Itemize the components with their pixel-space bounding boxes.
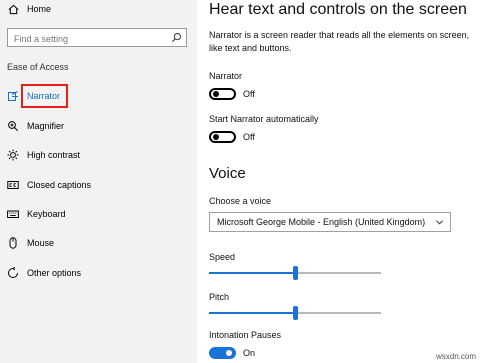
- toggle-knob: [226, 350, 232, 356]
- voice-select-value: Microsoft George Mobile - English (Unite…: [217, 217, 426, 227]
- narrator-toggle-state: Off: [243, 89, 255, 99]
- search-icon[interactable]: [171, 32, 182, 43]
- start-automatically-toggle[interactable]: [209, 131, 236, 143]
- sidebar-item-label: High contrast: [27, 150, 81, 160]
- voice-heading: Voice: [209, 165, 246, 182]
- section-label: Ease of Access: [7, 62, 69, 72]
- page-title: Hear text and controls on the screen: [209, 1, 467, 18]
- sidebar-item-closed-captions[interactable]: Closed captions: [0, 176, 197, 194]
- sidebar-item-label: Magnifier: [27, 121, 65, 131]
- narrator-icon: [7, 90, 19, 102]
- sidebar-item-keyboard[interactable]: Keyboard: [0, 205, 197, 223]
- sidebar-item-label: Keyboard: [27, 209, 66, 219]
- narrator-label: Narrator: [209, 71, 243, 81]
- chevron-down-icon: [435, 220, 444, 225]
- home-label: Home: [27, 4, 52, 14]
- slider-thumb[interactable]: [293, 266, 298, 280]
- sidebar-item-label: Mouse: [27, 238, 55, 248]
- slider-thumb[interactable]: [293, 306, 298, 320]
- intonation-pauses-state: On: [243, 348, 256, 358]
- magnifier-icon: [7, 120, 19, 132]
- keyboard-icon: [7, 208, 19, 220]
- sidebar-item-label: Other options: [27, 268, 82, 278]
- sidebar-item-label: Closed captions: [27, 180, 92, 190]
- toggle-knob: [213, 91, 219, 97]
- home-link[interactable]: Home: [8, 2, 51, 16]
- home-icon: [8, 4, 19, 14]
- sidebar-item-other-options[interactable]: Other options: [0, 264, 197, 282]
- search-box[interactable]: [7, 28, 187, 48]
- mouse-icon: [7, 237, 19, 249]
- other-options-icon: [7, 267, 19, 279]
- main-content: Hear text and controls on the screen Nar…: [197, 0, 480, 363]
- pitch-label: Pitch: [209, 292, 230, 302]
- speed-slider[interactable]: [209, 266, 381, 280]
- high-contrast-icon: [7, 149, 19, 161]
- intonation-pauses-label: Intonation Pauses: [209, 330, 282, 340]
- slider-fill: [209, 272, 295, 274]
- sidebar-item-magnifier[interactable]: Magnifier: [0, 117, 197, 135]
- closed-captions-icon: [7, 179, 19, 191]
- highlight-box: [21, 84, 68, 108]
- choose-voice-label: Choose a voice: [209, 196, 272, 206]
- watermark: wsxdn.com: [435, 352, 476, 361]
- sidebar-item-mouse[interactable]: Mouse: [0, 234, 197, 252]
- toggle-knob: [213, 134, 219, 140]
- search-input[interactable]: [8, 30, 166, 48]
- sidebar-item-high-contrast[interactable]: High contrast: [0, 146, 197, 164]
- narrator-toggle[interactable]: [209, 88, 236, 100]
- intonation-pauses-toggle[interactable]: [209, 347, 236, 359]
- start-automatically-state: Off: [243, 132, 255, 142]
- page-description: Narrator is a screen reader that reads a…: [209, 30, 470, 53]
- pitch-slider[interactable]: [209, 306, 381, 320]
- start-automatically-label: Start Narrator automatically: [209, 114, 319, 124]
- sidebar: Home Ease of Access Narrator Magnifier H…: [0, 0, 197, 363]
- voice-select[interactable]: Microsoft George Mobile - English (Unite…: [209, 212, 451, 232]
- slider-fill: [209, 312, 295, 314]
- speed-label: Speed: [209, 252, 236, 262]
